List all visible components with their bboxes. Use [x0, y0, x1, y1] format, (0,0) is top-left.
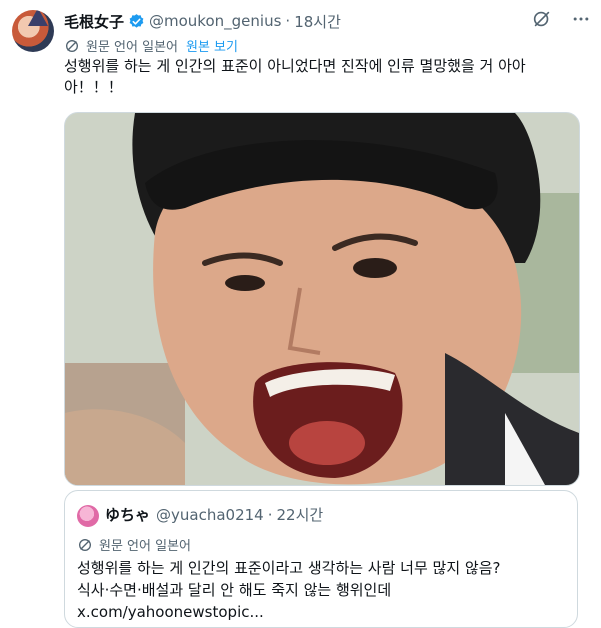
quoted-author-name[interactable]: ゆちゃ — [105, 504, 150, 525]
quoted-translation-row: 원문 언어 일본어 — [77, 535, 191, 554]
author-name[interactable]: 毛根女子 — [64, 11, 124, 32]
quoted-author-handle[interactable]: @yuacha0214 — [156, 506, 264, 524]
quoted-separator: · — [267, 505, 273, 524]
tweet-text: 성행위를 하는 게 인간의 표준이 아니었다면 진작에 인류 멸망했을 거 아아… — [64, 57, 526, 96]
quoted-line: 성행위를 하는 게 인간의 표준이라고 생각하는 사람 너무 많지 않음? — [77, 559, 501, 577]
translation-row: 원문 언어 일본어 원본 보기 — [64, 36, 238, 55]
quoted-translation-label: 원문 언어 일본어 — [99, 539, 191, 554]
photo-illustration — [65, 113, 579, 485]
translate-icon — [77, 537, 93, 553]
tweet-time[interactable]: 18시간 — [294, 11, 341, 32]
quoted-tweet[interactable]: ゆちゃ @yuacha0214 · 22시간 원문 언어 일본어 성행위를 하는… — [64, 490, 578, 628]
avatar[interactable] — [12, 10, 54, 52]
quoted-time[interactable]: 22시간 — [277, 504, 324, 525]
translation-label: 원문 언어 일본어 — [86, 40, 178, 55]
more-icon[interactable] — [571, 9, 591, 29]
header-separator: · — [285, 12, 291, 30]
verified-badge-icon — [128, 13, 145, 30]
author-handle[interactable]: @moukon_genius — [149, 12, 281, 30]
quoted-text: 성행위를 하는 게 인간의 표준이라고 생각하는 사람 너무 많지 않음? 식사… — [77, 557, 567, 623]
top-actions — [531, 8, 591, 30]
grok-icon[interactable] — [531, 8, 553, 30]
tweet: 毛根女子 @moukon_genius · 18시간 원문 언어 일본어 원본 … — [0, 0, 601, 628]
quoted-link[interactable]: x.com/yahoonewstopic... — [77, 601, 567, 623]
show-original-link[interactable]: 원본 보기 — [186, 36, 238, 55]
translate-icon — [64, 38, 80, 54]
tweet-photo[interactable] — [64, 112, 580, 486]
quoted-header: ゆちゃ @yuacha0214 · 22시간 — [105, 504, 323, 525]
quoted-avatar[interactable] — [77, 505, 99, 527]
quoted-line: 식사·수면·배설과 달리 안 해도 죽지 않는 행위인데 — [77, 581, 392, 599]
tweet-header: 毛根女子 @moukon_genius · 18시간 — [64, 10, 341, 32]
